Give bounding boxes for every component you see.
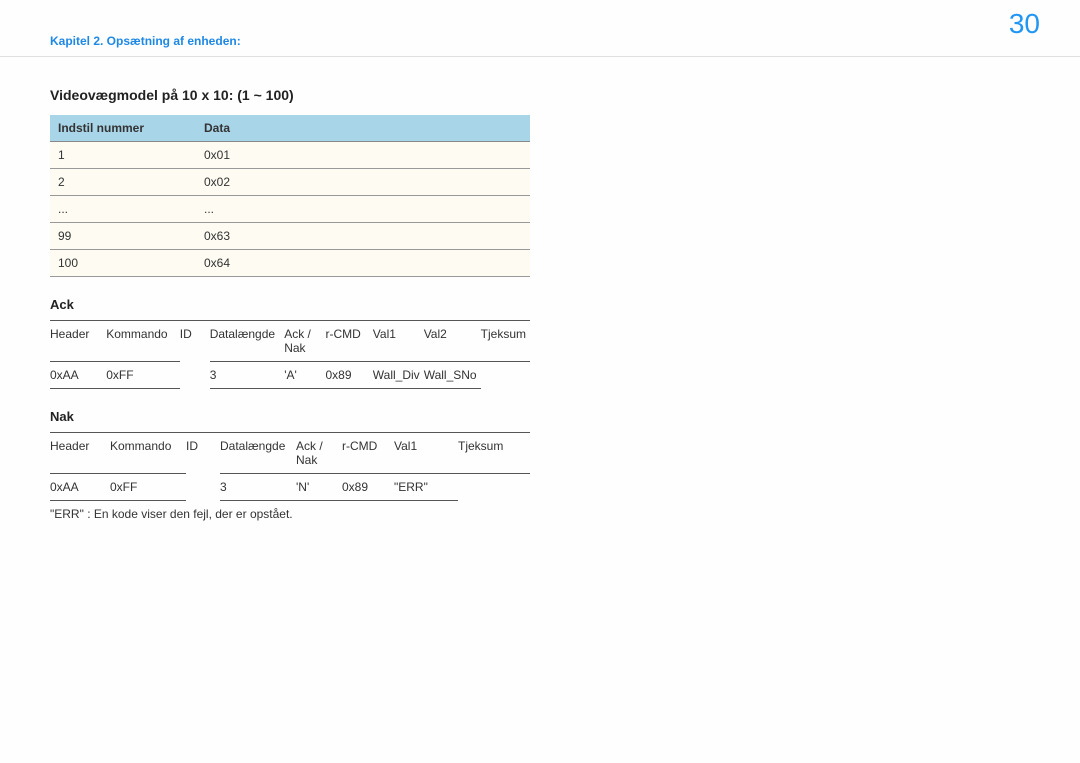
nak-h-2: ID — [186, 433, 220, 474]
ack-table: Header Kommando ID Datalængde Ack / Nak … — [50, 320, 530, 389]
cell-data: 0x02 — [196, 169, 530, 196]
nak-h-5: r-CMD — [342, 433, 394, 474]
ack-c-5: 0x89 — [325, 362, 372, 389]
nak-title: Nak — [50, 409, 530, 424]
breadcrumb: Kapitel 2. Opsætning af enheden: — [50, 34, 241, 48]
table-row: 1 0x01 — [50, 142, 530, 169]
section-title: Videovægmodel på 10 x 10: (1 ~ 100) — [50, 87, 530, 103]
cell-data: 0x63 — [196, 223, 530, 250]
table-row: ... ... — [50, 196, 530, 223]
ack-h-8: Tjeksum — [481, 321, 530, 362]
content-area: Videovægmodel på 10 x 10: (1 ~ 100) Inds… — [0, 57, 530, 521]
ack-h-0: Header — [50, 321, 106, 362]
ack-c-3: 3 — [210, 362, 284, 389]
ack-h-6: Val1 — [373, 321, 424, 362]
table-row: 100 0x64 — [50, 250, 530, 277]
table-row: 2 0x02 — [50, 169, 530, 196]
ack-h-4: Ack / Nak — [284, 321, 325, 362]
nak-c-0: 0xAA — [50, 474, 110, 501]
page-header: Kapitel 2. Opsætning af enheden: 30 — [0, 0, 1080, 57]
ack-c-8 — [481, 362, 530, 389]
ack-h-1: Kommando — [106, 321, 180, 362]
nak-h-6: Val1 — [394, 433, 458, 474]
nak-h-0: Header — [50, 433, 110, 474]
cell-num: 100 — [50, 250, 196, 277]
ack-c-6: Wall_Div — [373, 362, 424, 389]
page-number: 30 — [1009, 8, 1040, 40]
nak-c-1: 0xFF — [110, 474, 186, 501]
ack-c-1: 0xFF — [106, 362, 180, 389]
table-row: 99 0x63 — [50, 223, 530, 250]
ack-title: Ack — [50, 297, 530, 312]
cell-num: ... — [50, 196, 196, 223]
nak-h-7: Tjeksum — [458, 433, 530, 474]
nak-h-3: Datalængde — [220, 433, 296, 474]
col-header-data: Data — [196, 115, 530, 142]
nak-c-2 — [186, 474, 220, 501]
table-row: 0xAA 0xFF 3 'N' 0x89 "ERR" — [50, 474, 530, 501]
cell-num: 1 — [50, 142, 196, 169]
table-row: 0xAA 0xFF 3 'A' 0x89 Wall_Div Wall_SNo — [50, 362, 530, 389]
footnote-err: "ERR" : En kode viser den fejl, der er o… — [50, 507, 530, 521]
nak-table: Header Kommando ID Datalængde Ack / Nak … — [50, 432, 530, 501]
nak-c-5: 0x89 — [342, 474, 394, 501]
cell-data: ... — [196, 196, 530, 223]
ack-c-0: 0xAA — [50, 362, 106, 389]
ack-h-3: Datalængde — [210, 321, 284, 362]
ack-h-5: r-CMD — [325, 321, 372, 362]
ack-c-4: 'A' — [284, 362, 325, 389]
nak-c-4: 'N' — [296, 474, 342, 501]
nak-h-4: Ack / Nak — [296, 433, 342, 474]
cell-num: 99 — [50, 223, 196, 250]
col-header-num: Indstil nummer — [50, 115, 196, 142]
cell-num: 2 — [50, 169, 196, 196]
ack-c-7: Wall_SNo — [424, 362, 481, 389]
cell-data: 0x01 — [196, 142, 530, 169]
ack-h-7: Val2 — [424, 321, 481, 362]
nak-h-1: Kommando — [110, 433, 186, 474]
ack-h-2: ID — [180, 321, 210, 362]
number-data-map-table: Indstil nummer Data 1 0x01 2 0x02 ... ..… — [50, 115, 530, 277]
ack-c-2 — [180, 362, 210, 389]
nak-c-7 — [458, 474, 530, 501]
nak-c-6: "ERR" — [394, 474, 458, 501]
cell-data: 0x64 — [196, 250, 530, 277]
nak-c-3: 3 — [220, 474, 296, 501]
